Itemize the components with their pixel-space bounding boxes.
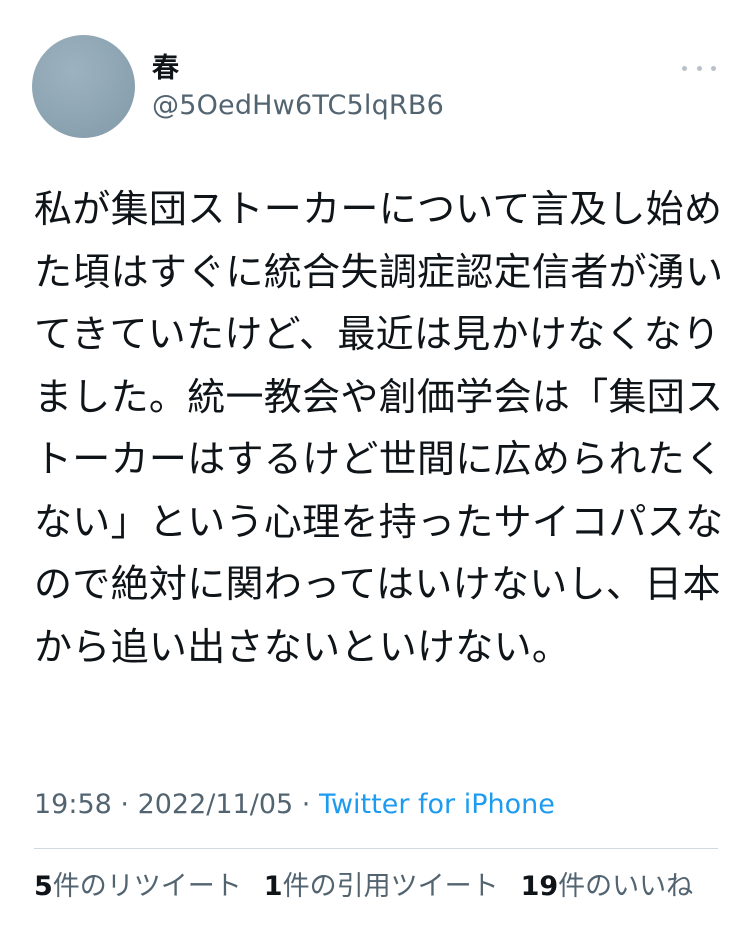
tweet-date[interactable]: 2022/11/05 (138, 789, 294, 820)
more-horizontal-icon (682, 65, 687, 71)
divider (34, 848, 718, 849)
more-horizontal-icon (696, 65, 702, 71)
meta-separator: · (111, 789, 138, 820)
more-horizontal-icon (711, 65, 716, 71)
tweet-meta: 19:58 · 2022/11/05 · Twitter for iPhone (34, 788, 555, 822)
quotes-stat[interactable]: 1件の引用ツイート (264, 870, 499, 904)
quotes-count: 1 (263, 871, 283, 902)
tweet-stats: 5件のリツイート 1件の引用ツイート 19件のいいね (34, 870, 693, 904)
tweet-source-link[interactable]: Twitter for iPhone (319, 789, 555, 820)
quotes-label: 件の引用ツイート (282, 871, 499, 902)
retweets-label: 件のリツイート (52, 871, 242, 902)
likes-count: 19 (520, 871, 559, 902)
meta-separator: · (293, 789, 319, 820)
retweets-count: 5 (34, 871, 53, 902)
tweet-detail: 春 @5OedHw6TC5lqRB6 私が集団ストーカーについて言及し始めた頃は… (0, 0, 750, 925)
more-options-button[interactable] (682, 58, 716, 78)
avatar[interactable] (32, 35, 135, 138)
likes-stat[interactable]: 19件のいいね (521, 870, 694, 904)
retweets-stat[interactable]: 5件のリツイート (34, 870, 242, 904)
tweet-text: 私が集団ストーカーについて言及し始めた頃はすぐに統合失調症認定信者が湧いてきてい… (34, 187, 724, 669)
likes-label: 件のいいね (558, 871, 694, 902)
display-name[interactable]: 春 (152, 53, 179, 85)
tweet-time[interactable]: 19:58 (34, 789, 112, 820)
user-handle[interactable]: @5OedHw6TC5lqRB6 (152, 90, 444, 122)
